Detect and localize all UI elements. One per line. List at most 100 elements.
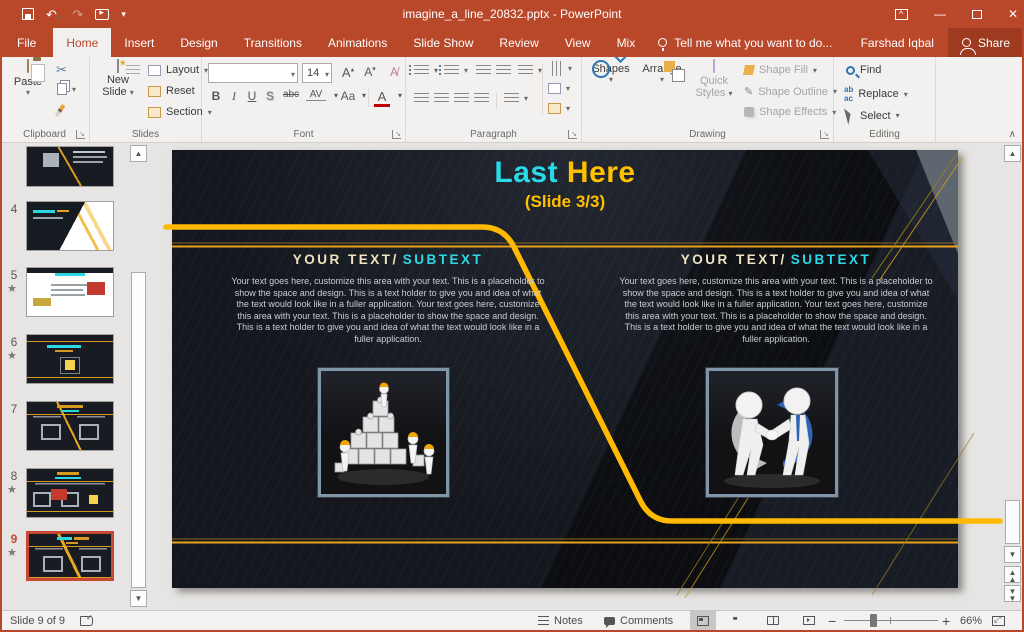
signed-in-user[interactable]: Farshad Iqbal	[861, 28, 948, 57]
tab-review[interactable]: Review	[486, 28, 551, 57]
text-column-right[interactable]: YOUR TEXT/SUBTEXT Your text goes here, c…	[618, 252, 934, 345]
canvas-scroll-up-button[interactable]: ▲	[1004, 145, 1021, 162]
canvas-scroll-down-button[interactable]: ▼	[1004, 546, 1021, 563]
slide-thumbnail-4[interactable]	[26, 201, 114, 251]
shapes-button[interactable]: Shapes▾	[588, 60, 634, 84]
tab-transitions[interactable]: Transitions	[231, 28, 315, 57]
font-color-button[interactable]: A	[374, 89, 390, 107]
increase-indent-button[interactable]	[496, 65, 511, 76]
slide-thumbnail-5[interactable]	[26, 267, 114, 317]
reading-view-button[interactable]	[760, 611, 786, 630]
ribbon-display-options-icon[interactable]	[895, 9, 908, 20]
share-button[interactable]: Share	[948, 28, 1024, 57]
zoom-in-button[interactable]: +	[942, 611, 950, 630]
paragraph-dialog-launcher[interactable]: ↘	[568, 130, 577, 139]
slide-sorter-view-button[interactable]	[724, 611, 750, 630]
replace-button[interactable]: abacReplace▾	[844, 85, 908, 103]
handshake-image[interactable]	[706, 368, 838, 497]
copy-button[interactable]: ▾	[54, 83, 76, 95]
comments-toggle[interactable]: Comments	[604, 611, 673, 630]
numbering-button[interactable]: ▾	[444, 65, 468, 76]
previous-slide-button[interactable]: ▲▲	[1004, 566, 1021, 583]
shrink-font-button[interactable]: A▾	[362, 65, 378, 79]
proofing-status-icon[interactable]	[80, 611, 93, 630]
shape-outline-button[interactable]: ✎Shape Outline▾	[744, 85, 837, 98]
tab-mix[interactable]: Mix	[604, 28, 649, 57]
slide-thumbnail-8[interactable]	[26, 468, 114, 518]
collapse-ribbon-button[interactable]: ∧	[1009, 129, 1016, 140]
slide-counter[interactable]: Slide 9 of 9	[10, 611, 65, 630]
bullets-button[interactable]: ▾	[414, 65, 438, 76]
thumbnails-scroll-down-button[interactable]: ▼	[130, 590, 147, 607]
minimize-button[interactable]: —	[934, 7, 946, 21]
slide-title[interactable]: Last Here	[172, 156, 958, 190]
slide-thumbnail-9[interactable]	[26, 531, 114, 581]
reset-button[interactable]: Reset	[148, 85, 195, 97]
slide-thumbnail-7[interactable]	[26, 401, 114, 451]
notes-toggle[interactable]: Notes	[538, 611, 583, 630]
align-right-button[interactable]	[454, 93, 469, 104]
tab-slide-show[interactable]: Slide Show	[400, 28, 486, 57]
find-button[interactable]: Find	[846, 64, 881, 76]
decrease-indent-button[interactable]	[476, 65, 491, 76]
grow-font-button[interactable]: A▴	[340, 65, 356, 80]
paste-button[interactable]: Paste ▾	[6, 60, 50, 97]
fit-slide-to-window-button[interactable]	[992, 611, 1005, 630]
font-dialog-launcher[interactable]: ↘	[392, 130, 401, 139]
align-left-button[interactable]	[414, 93, 429, 104]
text-column-left[interactable]: YOUR TEXT/SUBTEXT Your text goes here, c…	[230, 252, 546, 345]
tab-view[interactable]: View	[552, 28, 604, 57]
align-center-button[interactable]	[434, 93, 449, 104]
justify-button[interactable]	[474, 93, 489, 104]
thumbnails-scrollbar-thumb[interactable]	[131, 272, 146, 588]
line-spacing-button[interactable]: ▾	[518, 65, 542, 76]
next-slide-button[interactable]: ▼▼	[1004, 585, 1021, 602]
maximize-button[interactable]	[972, 10, 982, 19]
slide-thumbnail-partial[interactable]	[26, 146, 114, 187]
change-case-dropdown[interactable]: ▾	[356, 91, 372, 100]
zoom-out-button[interactable]: −	[828, 611, 836, 630]
thumbnails-scroll-up-button[interactable]: ▲	[130, 145, 147, 162]
tab-design[interactable]: Design	[167, 28, 230, 57]
clear-formatting-button[interactable]: A̸	[386, 65, 402, 79]
text-shadow-button[interactable]: S	[262, 89, 278, 103]
close-button[interactable]: ✕	[1008, 7, 1018, 21]
underline-button[interactable]: U	[244, 89, 260, 103]
slide-subtitle[interactable]: (Slide 3/3)	[172, 192, 958, 212]
font-size-input[interactable]: 14▾	[302, 63, 332, 83]
convert-smartart-button[interactable]: ▾	[548, 103, 570, 114]
zoom-slider[interactable]	[844, 620, 938, 621]
format-painter-button[interactable]	[58, 104, 62, 117]
tab-home[interactable]: Home	[53, 28, 111, 57]
tell-me-box[interactable]: Tell me what you want to do...	[648, 28, 842, 57]
text-direction-button[interactable]: ▾	[548, 63, 572, 74]
strikethrough-button[interactable]: abc	[280, 89, 302, 100]
teamwork-puzzle-image[interactable]	[318, 368, 449, 497]
tab-insert[interactable]: Insert	[111, 28, 167, 57]
normal-view-button[interactable]	[690, 611, 716, 630]
quick-styles-button[interactable]: Quick Styles ▾	[690, 60, 738, 99]
cut-button[interactable]: ✂	[56, 62, 67, 78]
bold-button[interactable]: B	[208, 89, 224, 103]
zoom-slider-thumb[interactable]	[870, 614, 877, 627]
align-text-button[interactable]: ▾	[548, 83, 570, 94]
arrange-button[interactable]: Arrange▾	[636, 60, 688, 84]
shape-fill-button[interactable]: Shape Fill▾	[744, 64, 817, 76]
drawing-dialog-launcher[interactable]: ↘	[820, 130, 829, 139]
shape-effects-button[interactable]: Shape Effects▾	[744, 106, 836, 118]
clipboard-dialog-launcher[interactable]: ↘	[76, 130, 85, 139]
change-case-button[interactable]: Aa	[340, 89, 356, 103]
character-spacing-button[interactable]: AV	[306, 89, 326, 101]
zoom-level[interactable]: 66%	[960, 611, 982, 630]
select-button[interactable]: Select▾	[846, 107, 900, 124]
font-name-input[interactable]: ▾	[208, 63, 298, 83]
tab-animations[interactable]: Animations	[315, 28, 400, 57]
columns-button[interactable]: ▾	[504, 93, 528, 104]
tab-file[interactable]: File	[0, 28, 53, 57]
layout-button[interactable]: Layout▾	[148, 64, 208, 76]
slide-thumbnail-6[interactable]	[26, 334, 114, 384]
slide-show-button[interactable]	[796, 611, 822, 630]
slide-canvas[interactable]: Last Here (Slide 3/3) YOUR TEXT/SUBTEXT …	[172, 150, 958, 588]
new-slide-button[interactable]: New Slide ▾	[94, 60, 142, 98]
canvas-scrollbar-thumb[interactable]	[1005, 500, 1020, 544]
